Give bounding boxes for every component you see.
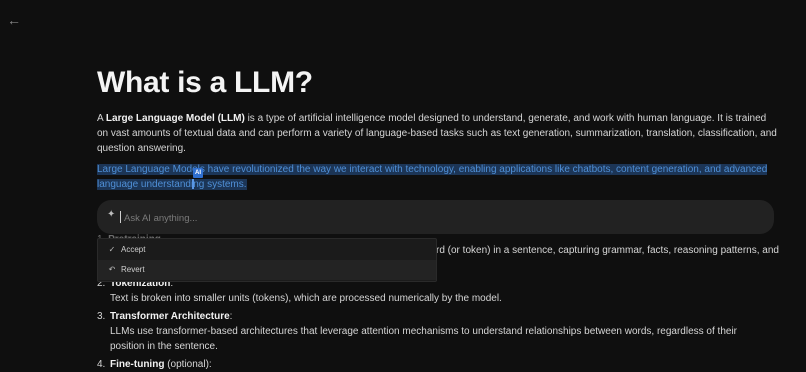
undo-icon: ↶ [108,265,116,274]
back-button[interactable]: ← [6,12,22,28]
list-item-1-text: rd (or token) in a sentence, capturing g… [436,245,779,256]
ai-action-menu: ✓ Accept ↶ Revert [97,238,437,282]
sparkle-icon: ✦ [107,209,116,220]
list-item-3-desc: LLMs use transformer-based architectures… [110,326,737,352]
list-item-2-desc: Text is broken into smaller units (token… [110,293,502,304]
ai-tag-badge: AI [193,168,203,178]
intro-paragraph: A Large Language Model (LLM) is a type o… [97,113,777,154]
revert-menu-item[interactable]: ↶ Revert [98,260,436,280]
check-icon: ✓ [108,245,116,254]
page-title: What is a LLM? [97,66,313,99]
input-caret [120,211,121,223]
ai-prompt-bar[interactable]: ✦ [97,200,774,234]
arrow-left-icon: ← [7,12,21,28]
intro-bold-term: Large Language Model (LLM) [105,113,245,124]
ask-ai-input[interactable] [122,208,726,228]
accept-menu-item[interactable]: ✓ Accept [98,240,436,260]
text-caret [192,179,194,189]
